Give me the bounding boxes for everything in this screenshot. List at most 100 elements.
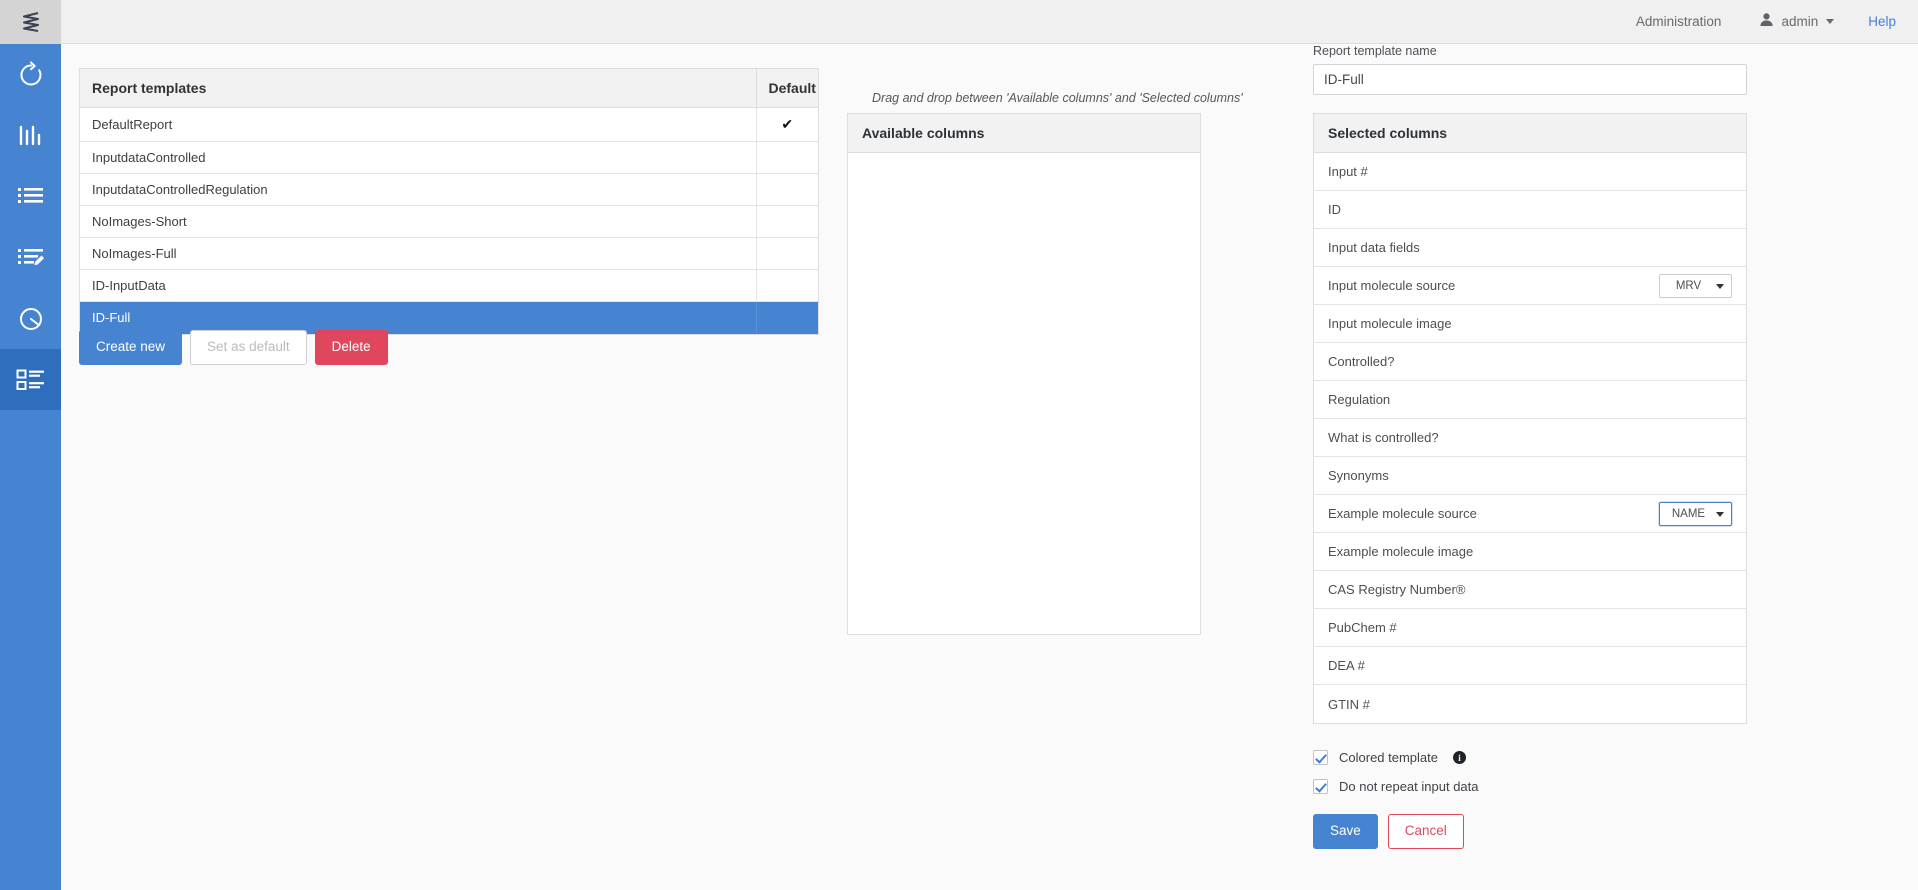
default-cell (756, 174, 818, 206)
selected-column-label: Controlled? (1328, 354, 1395, 369)
username-label: admin (1781, 14, 1818, 29)
template-editor-column: Report template name Selected columns In… (1313, 44, 1753, 95)
default-cell (756, 238, 818, 270)
report-template-name-label: Report template name (1313, 44, 1753, 58)
selected-column-label: GTIN # (1328, 697, 1370, 712)
checkbox-label: Do not repeat input data (1339, 779, 1479, 794)
bar-chart-icon (17, 124, 45, 148)
selected-column-row[interactable]: Input # (1314, 153, 1746, 191)
checkbox-label: Colored template (1339, 750, 1438, 765)
default-cell (756, 270, 818, 302)
table-header-row: Report templates Default (80, 69, 818, 108)
table-row[interactable]: NoImages-Full (80, 238, 818, 270)
molecule-source-select[interactable]: NAME (1659, 502, 1732, 526)
table-row[interactable]: InputdataControlled (80, 142, 818, 174)
table-row[interactable]: ID-Full (80, 302, 818, 334)
selected-column-label: Example molecule image (1328, 544, 1473, 559)
checkbox-row[interactable]: Colored template i (1313, 750, 1747, 765)
template-name-cell: InputdataControlledRegulation (80, 174, 756, 206)
app-logo[interactable] (0, 0, 61, 44)
available-columns-panel: Available columns (847, 113, 1201, 635)
sidebar-item-list[interactable] (0, 166, 61, 227)
template-name-cell: DefaultReport (80, 108, 756, 142)
sidebar-item-charts[interactable] (0, 105, 61, 166)
selected-columns-list: Input # ID Input data fields Input molecule… (1314, 153, 1746, 723)
selected-column-label: ID (1328, 202, 1341, 217)
selected-column-row[interactable]: DEA # (1314, 647, 1746, 685)
template-name-cell: NoImages-Full (80, 238, 756, 270)
selected-column-label: Input molecule source (1328, 278, 1455, 293)
checkbox-input[interactable] (1313, 779, 1328, 794)
selected-column-row[interactable]: Example molecule sourceNAME (1314, 495, 1746, 533)
selected-column-label: CAS Registry Number® (1328, 582, 1465, 597)
default-cell (756, 206, 818, 238)
selected-column-label: Synonyms (1328, 468, 1389, 483)
template-name-cell: InputdataControlled (80, 142, 756, 174)
sidebar-item-report-templates[interactable] (0, 349, 61, 410)
default-cell (756, 142, 818, 174)
form-action-buttons: Save Cancel (1313, 814, 1747, 849)
table-row[interactable]: ID-InputData (80, 270, 818, 302)
molecule-source-select[interactable]: MRV (1659, 274, 1732, 298)
molecule-source-selected-value: MRV (1676, 280, 1701, 292)
default-cell (756, 302, 818, 334)
sidebar-item-gauge[interactable] (0, 288, 61, 349)
selected-column-row[interactable]: ID (1314, 191, 1746, 229)
selected-column-row[interactable]: What is controlled? (1314, 419, 1746, 457)
application-root: Administration admin Help Report templat… (0, 0, 1918, 890)
template-name-cell: ID-Full (80, 302, 756, 334)
table-row[interactable]: DefaultReport✔ (80, 108, 818, 142)
selected-column-row[interactable]: GTIN # (1314, 685, 1746, 723)
save-button[interactable]: Save (1313, 814, 1378, 849)
gauge-clock-icon (17, 305, 45, 333)
chevron-down-icon (1716, 284, 1724, 289)
report-templates-panel: Report templates Default DefaultReport✔I… (79, 68, 819, 335)
sidebar-item-list-edit[interactable] (0, 227, 61, 288)
selected-column-row[interactable]: CAS Registry Number® (1314, 571, 1746, 609)
table-row[interactable]: NoImages-Short (80, 206, 818, 238)
selected-column-row[interactable]: Synonyms (1314, 457, 1746, 495)
chevron-down-icon (1826, 19, 1834, 24)
administration-link[interactable]: Administration (1636, 14, 1722, 29)
report-templates-body: DefaultReport✔InputdataControlledInputda… (80, 108, 818, 334)
selected-column-row[interactable]: Controlled? (1314, 343, 1746, 381)
delete-button[interactable]: Delete (315, 330, 388, 365)
selected-column-row[interactable]: Input data fields (1314, 229, 1746, 267)
available-columns-dropzone[interactable] (848, 153, 1200, 634)
create-new-button[interactable]: Create new (79, 330, 182, 365)
selected-column-label: Input data fields (1328, 240, 1420, 255)
molecule-source-selected-value: NAME (1672, 508, 1705, 520)
user-menu[interactable]: admin (1759, 12, 1834, 32)
drag-drop-hint: Drag and drop between 'Available columns… (872, 91, 1243, 105)
selected-column-label: PubChem # (1328, 620, 1397, 635)
template-action-buttons: Create new Set as default Delete (79, 330, 388, 365)
table-row[interactable]: InputdataControlledRegulation (80, 174, 818, 206)
report-template-name-input[interactable] (1313, 64, 1747, 95)
refresh-circle-icon (17, 61, 45, 89)
report-templates-table: Report templates Default DefaultReport✔I… (80, 69, 818, 334)
selected-column-row[interactable]: PubChem # (1314, 609, 1746, 647)
top-header-bar: Administration admin Help (61, 0, 1918, 44)
help-link[interactable]: Help (1868, 14, 1896, 29)
default-check-icon: ✔ (756, 108, 818, 142)
person-icon (1759, 12, 1774, 32)
column-header-report-templates: Report templates (80, 69, 756, 108)
selected-column-label: DEA # (1328, 658, 1365, 673)
template-name-cell: ID-InputData (80, 270, 756, 302)
set-as-default-button[interactable]: Set as default (190, 330, 307, 365)
info-icon[interactable]: i (1453, 751, 1466, 764)
selected-column-row[interactable]: Regulation (1314, 381, 1746, 419)
selected-column-row[interactable]: Example molecule image (1314, 533, 1746, 571)
checkbox-row[interactable]: Do not repeat input data (1313, 779, 1747, 794)
report-layout-icon (16, 368, 46, 392)
selected-column-row[interactable]: Input molecule image (1314, 305, 1746, 343)
sidebar-item-refresh[interactable] (0, 44, 61, 105)
list-edit-icon (17, 247, 45, 269)
main-content: Report templates Default DefaultReport✔I… (61, 44, 1918, 890)
cancel-button[interactable]: Cancel (1388, 814, 1464, 849)
selected-columns-panel: Selected columns Input #IDInput data fie… (1313, 113, 1747, 724)
selected-column-row[interactable]: Input molecule source MRV (1314, 267, 1746, 305)
list-icon (17, 186, 45, 208)
checkbox-input[interactable] (1313, 750, 1328, 765)
chevron-down-icon (1716, 512, 1724, 517)
